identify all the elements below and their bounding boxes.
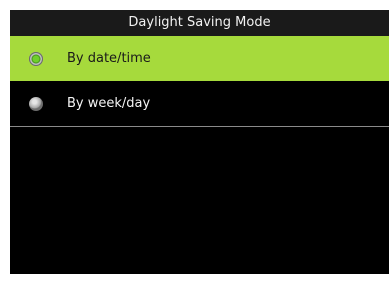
option-label: By week/day (67, 96, 151, 111)
option-by-date-time[interactable]: By date/time (10, 36, 389, 81)
page-title: Daylight Saving Mode (10, 10, 389, 36)
device-screen: Daylight Saving Mode By date/time By wee… (10, 10, 389, 274)
option-by-week-day[interactable]: By week/day (10, 81, 389, 127)
option-list: By date/time By week/day (10, 36, 389, 127)
radio-selected-icon[interactable] (29, 51, 43, 66)
radio-unselected-icon[interactable] (29, 96, 43, 111)
option-label: By date/time (67, 51, 151, 66)
